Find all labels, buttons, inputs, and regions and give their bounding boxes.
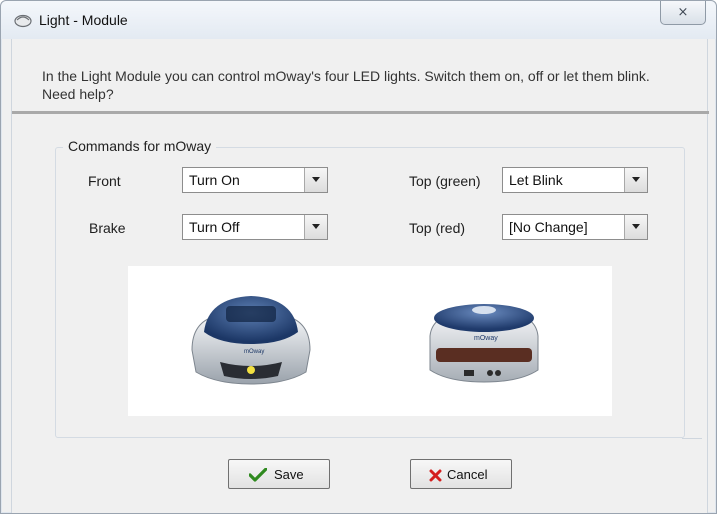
top-green-select[interactable]: Let Blink [502, 167, 648, 193]
chevron-down-icon[interactable] [304, 168, 327, 192]
robot-back-image: mOway [429, 304, 539, 383]
close-icon: ⨯ [677, 4, 689, 19]
robot-front-image: mOway [191, 296, 311, 385]
top-red-label: Top (red) [409, 220, 466, 236]
front-label: Front [88, 173, 121, 189]
chevron-down-icon[interactable] [304, 215, 327, 239]
chevron-down-icon[interactable] [624, 168, 647, 192]
front-select[interactable]: Turn On [182, 167, 328, 193]
front-select-value: Turn On [189, 172, 240, 188]
save-button[interactable]: Save [228, 459, 330, 489]
top-green-select-value: Let Blink [509, 172, 563, 188]
cancel-button[interactable]: Cancel [410, 459, 512, 489]
brake-label: Brake [89, 220, 126, 236]
chevron-down-icon[interactable] [624, 215, 647, 239]
cancel-button-label: Cancel [447, 467, 488, 482]
brake-select[interactable]: Turn Off [182, 214, 328, 240]
robot-front-brand: mOway [244, 349, 264, 355]
brake-select-value: Turn Off [189, 219, 240, 235]
top-green-label: Top (green) [409, 173, 481, 189]
title-bar[interactable]: Light - Module ⨯ [1, 1, 716, 39]
robot-image-panel: mOway mOway [128, 266, 612, 416]
robot-back-brand: mOway [474, 335, 498, 342]
group-caption: Commands for mOway [63, 138, 217, 154]
checkmark-icon [249, 468, 267, 482]
intro-description: In the Light Module you can control mOwa… [42, 68, 650, 102]
close-button[interactable]: ⨯ [660, 1, 706, 25]
header-divider [12, 111, 709, 114]
top-red-select-value: [No Change] [509, 219, 588, 235]
group-bottom-divider [682, 438, 702, 439]
top-red-select[interactable]: [No Change] [502, 214, 648, 240]
mouse-icon [14, 14, 32, 28]
close-x-icon [429, 469, 442, 482]
window-title: Light - Module [39, 12, 128, 28]
save-button-label: Save [274, 467, 304, 482]
